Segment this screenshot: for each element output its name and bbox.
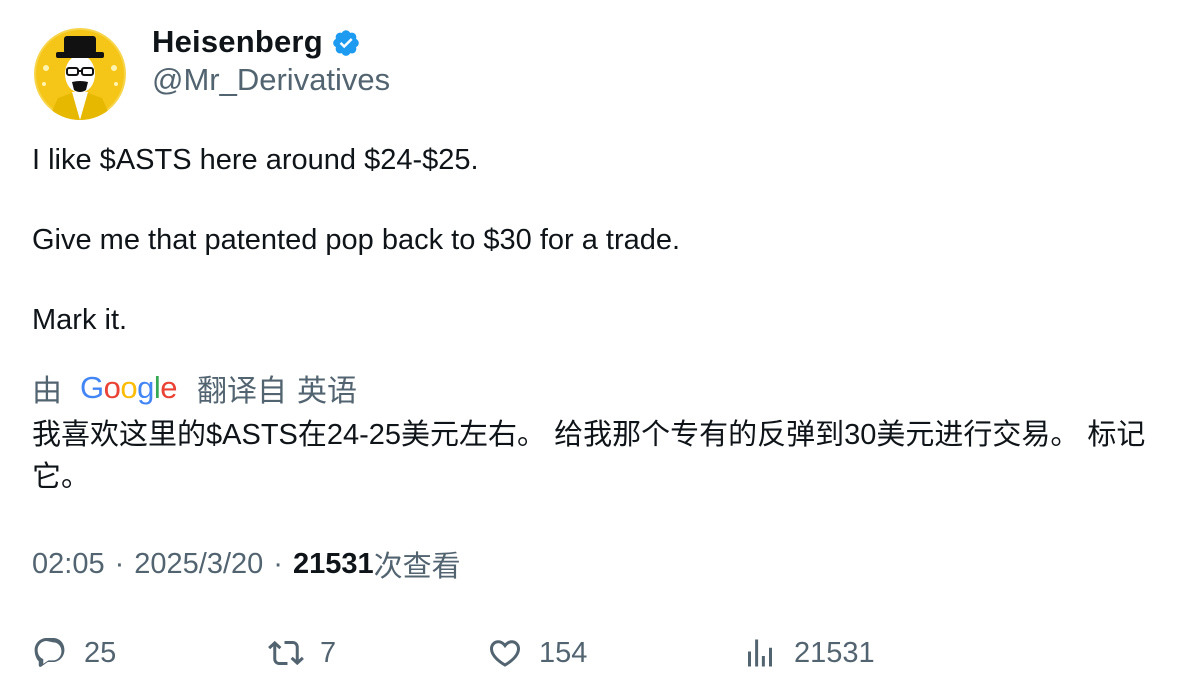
tweet-line: Mark it. [32,304,128,336]
analytics-icon [748,639,772,667]
translation-source-language: 英语 [297,375,358,408]
tweet-line: Give me that patented pop back to $30 fo… [32,224,681,256]
author-name-row: Heisenberg [152,22,390,62]
reply-count: 25 [84,636,117,669]
author-display-name[interactable]: Heisenberg [152,24,323,60]
retweet-count: 7 [320,636,337,669]
tweet-line: I like $ASTS here around $24-$25. [32,144,479,176]
reply-button[interactable]: 25 [32,630,116,676]
views-count: 21531 [794,636,875,669]
tweet-date[interactable]: 2025/3/20 [134,548,263,581]
verified-badge-icon[interactable] [331,28,361,58]
translated-text: 我喜欢这里的$ASTS在24-25美元左右。 给我那个专有的反弹到30美元进行交… [32,419,1146,493]
like-count: 154 [539,636,588,669]
author-handle[interactable]: @Mr_Derivatives [152,62,390,98]
tweet-text: I like $ASTS here around $24-$25. Give m… [32,140,680,340]
google-logo: Google [80,370,178,405]
like-button[interactable]: 154 [487,630,587,676]
tweet-author: Heisenberg @Mr_Derivatives [152,22,390,98]
tweet-line-spacer [32,180,680,220]
avatar-image [34,28,126,120]
translation-from-label: 翻译自 [197,375,288,408]
heart-icon [489,640,521,667]
retweet-icon [268,640,304,666]
reply-icon [34,638,65,667]
meta-views-count: 21531 [292,547,374,580]
retweet-button[interactable]: 7 [268,630,336,676]
avatar[interactable] [34,28,126,120]
meta-separator: · [273,547,283,580]
translation-by-label: 由 [32,375,62,408]
tweet-line-spacer [32,260,680,300]
translation-attribution[interactable]: 由 Google 翻译自 英语 [32,366,357,410]
views-button[interactable]: 21531 [742,630,875,676]
tweet-time[interactable]: 02:05 [32,548,105,581]
meta-separator: · [114,547,125,580]
tweet-meta: 02:05 · 2025/3/20 · 21531 次查看 [32,544,461,584]
tweet-actions: 25 7 154 21531 [32,630,1172,676]
meta-views-label: 次查看 [373,551,461,583]
